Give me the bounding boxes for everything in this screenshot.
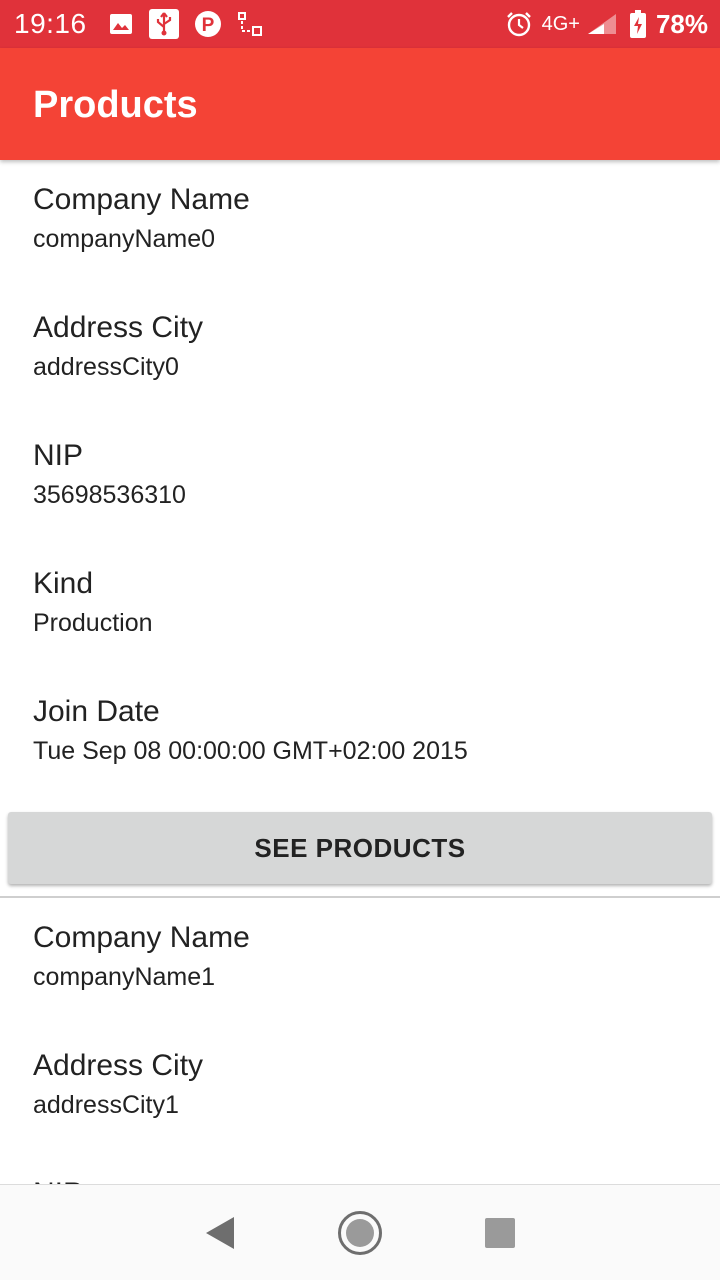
kind-field: Kind Production <box>0 544 720 672</box>
status-right: 4G+ 78% <box>506 9 708 40</box>
screencast-icon <box>237 11 263 37</box>
see-products-wrap: SEE PRODUCTS <box>0 800 720 896</box>
field-value: companyName0 <box>33 225 216 253</box>
company-name-field: Company Name companyName1 <box>0 898 720 1026</box>
parking-icon: P <box>194 11 221 37</box>
recents-icon[interactable] <box>470 1203 530 1263</box>
nip-field: NIP <box>0 1154 720 1184</box>
company-card: Company Name companyName0 Address City a… <box>0 160 720 898</box>
page-title: Products <box>33 84 198 126</box>
field-value: Production <box>33 609 153 637</box>
company-card: Company Name companyName1 Address City a… <box>0 898 720 1184</box>
app-bar: Products <box>0 48 720 160</box>
navigation-bar <box>0 1184 720 1280</box>
nip-field: NIP 35698536310 <box>0 416 720 544</box>
company-list[interactable]: Company Name companyName0 Address City a… <box>0 160 720 1184</box>
company-name-field: Company Name companyName0 <box>0 160 720 288</box>
field-label: Address City <box>33 1049 204 1082</box>
see-products-button[interactable]: SEE PRODUCTS <box>8 812 712 884</box>
status-time: 19:16 <box>14 8 87 39</box>
status-bar: 19:16 P 4G+ 78% <box>0 0 720 48</box>
field-value: 35698536310 <box>33 481 186 509</box>
field-label: Address City <box>33 311 204 344</box>
network-type: 4G+ <box>541 12 580 35</box>
field-label: Join Date <box>33 695 160 728</box>
field-value: addressCity0 <box>33 353 179 381</box>
back-icon[interactable] <box>190 1203 250 1263</box>
field-value: addressCity1 <box>33 1091 179 1119</box>
signal-icon <box>586 12 620 36</box>
field-label: NIP <box>33 439 84 472</box>
field-value: companyName1 <box>33 963 216 991</box>
field-label: NIP <box>33 1176 720 1184</box>
address-city-field: Address City addressCity0 <box>0 288 720 416</box>
battery-charging-icon <box>629 10 646 38</box>
field-label: Company Name <box>33 183 250 216</box>
status-left: 19:16 P <box>14 8 279 40</box>
join-date-field: Join Date Tue Sep 08 00:00:00 GMT+02:00 … <box>0 672 720 800</box>
battery-percent: 78% <box>655 8 708 39</box>
usb-icon <box>148 9 179 39</box>
field-value: Tue Sep 08 00:00:00 GMT+02:00 2015 <box>33 737 468 765</box>
field-label: Kind <box>33 567 94 600</box>
field-label: Company Name <box>33 921 250 954</box>
svg-text:P: P <box>201 15 214 36</box>
alarm-icon <box>506 11 532 37</box>
image-icon <box>109 13 133 35</box>
address-city-field: Address City addressCity1 <box>0 1026 720 1154</box>
home-icon[interactable] <box>330 1203 390 1263</box>
